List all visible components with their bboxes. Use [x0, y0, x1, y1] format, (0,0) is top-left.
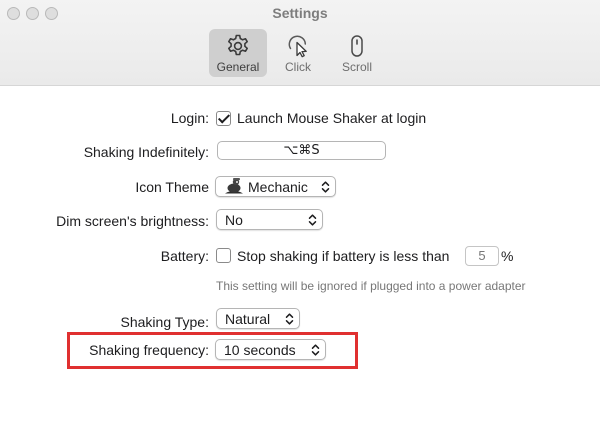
- battery-threshold-field[interactable]: 5: [465, 246, 499, 266]
- dim-screen-popup[interactable]: No: [216, 209, 323, 230]
- dim-screen-label: Dim screen's brightness:: [56, 213, 209, 229]
- chevron-updown-icon: [321, 181, 330, 193]
- battery-checkbox[interactable]: [216, 248, 231, 263]
- shaking-indefinitely-label: Shaking Indefinitely:: [83, 144, 209, 160]
- toolbar: Settings General Click Scroll: [0, 0, 600, 86]
- icon-theme-label: Icon Theme: [135, 179, 209, 195]
- launch-at-login-label[interactable]: Launch Mouse Shaker at login: [237, 110, 426, 126]
- gear-icon: [228, 34, 248, 56]
- chevron-updown-icon: [285, 313, 294, 325]
- login-label: Login:: [170, 110, 209, 126]
- shaking-type-value: Natural: [225, 311, 271, 327]
- highlight-box: [67, 332, 358, 369]
- tab-general-label: General: [216, 60, 260, 74]
- shaking-type-label: Shaking Type:: [120, 314, 209, 330]
- shaking-type-popup[interactable]: Natural: [216, 308, 300, 329]
- battery-note: This setting will be ignored if plugged …: [216, 279, 526, 293]
- launch-at-login-checkbox[interactable]: [216, 111, 231, 126]
- cursor-click-icon: [288, 35, 307, 58]
- tab-click[interactable]: Click: [269, 29, 327, 77]
- chevron-updown-icon: [308, 214, 317, 226]
- tab-click-label: Click: [285, 60, 311, 74]
- battery-label: Battery:: [160, 248, 209, 264]
- settings-window: Settings General Click Scroll Login: Lau…: [0, 0, 600, 446]
- tab-general[interactable]: General: [209, 29, 267, 77]
- battery-percent-unit: %: [501, 248, 514, 264]
- battery-checkbox-label[interactable]: Stop shaking if battery is less than: [237, 248, 449, 264]
- mechanic-icon: [225, 178, 243, 194]
- mouse-scroll-icon: [351, 35, 363, 57]
- icon-theme-value: Mechanic: [248, 179, 308, 195]
- window-title: Settings: [272, 5, 328, 21]
- dim-screen-value: No: [225, 212, 243, 228]
- tab-scroll-label: Scroll: [341, 60, 372, 74]
- tab-scroll[interactable]: Scroll: [328, 29, 386, 77]
- shortcut-recorder[interactable]: ⌥⌘S: [217, 141, 386, 160]
